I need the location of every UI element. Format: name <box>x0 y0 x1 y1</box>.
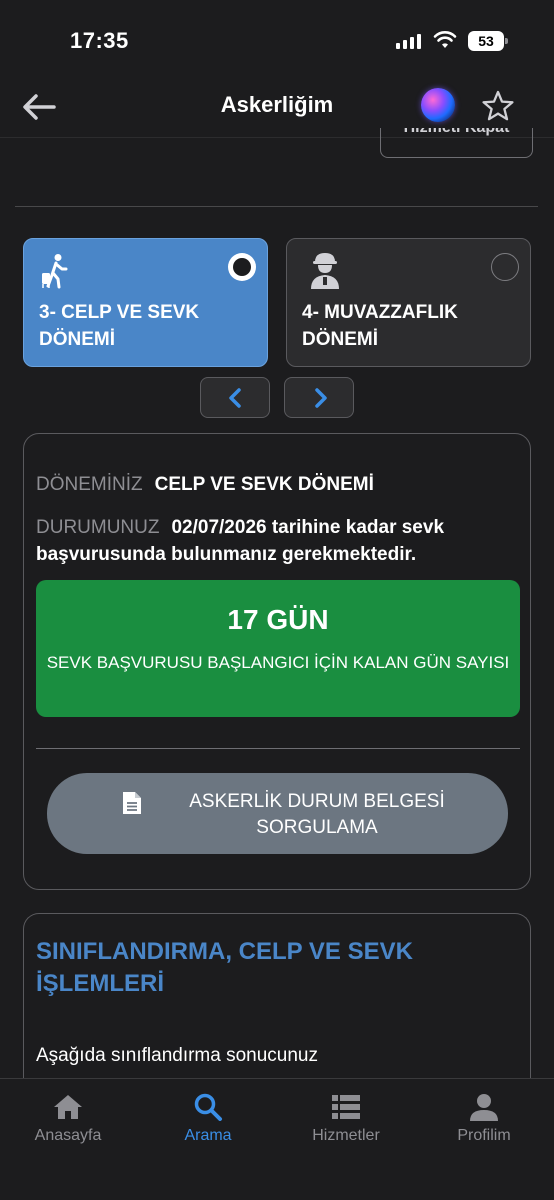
radio-selected-icon <box>228 253 256 281</box>
status-document-query-button[interactable]: ASKERLİK DURUM BELGESİ SORGULAMA <box>47 773 508 854</box>
period-label: 4- MUVAZZAFLIK DÖNEMİ <box>302 302 458 350</box>
list-icon <box>332 1095 360 1119</box>
status-row: DURUMUNUZ 02/07/2026 tarihine kadar sevk … <box>36 514 516 568</box>
status-bar: 17:35 53 <box>0 0 554 80</box>
countdown-description: SEVK BAŞVURUSU BAŞLANGICI İÇİN KALAN GÜN… <box>46 653 510 672</box>
tab-services[interactable]: Hizmetler <box>281 1093 411 1153</box>
section-title: SINIFLANDIRMA, CELP VE SEVK İŞLEMLERİ <box>36 938 413 997</box>
tab-profile[interactable]: Profilim <box>419 1093 549 1153</box>
military-status-card: DÖNEMİNİZ CELP VE SEVK DÖNEMİ DURUMUNUZ 02… <box>23 433 531 890</box>
divider <box>15 206 538 207</box>
previous-period-button[interactable] <box>200 377 270 418</box>
person-icon <box>470 1094 498 1121</box>
section-body: Aşağıda sınıflandırma sonucunuz <box>36 1045 319 1066</box>
chevron-right-icon <box>315 388 327 408</box>
period-card-celp-sevk[interactable]: 3- CELP VE SEVK DÖNEMİ <box>23 238 268 367</box>
period-label: 3- CELP VE SEVK DÖNEMİ <box>39 302 200 350</box>
status-time: 17:35 <box>70 28 129 53</box>
page-title: Askerliğim <box>220 92 334 117</box>
tab-home[interactable]: Anasayfa <box>3 1093 133 1153</box>
wifi-icon <box>433 31 457 48</box>
query-button-label: ASKERLİK DURUM BELGESİ SORGULAMA <box>189 791 445 838</box>
battery-indicator: 53 <box>468 31 508 51</box>
home-icon <box>54 1095 82 1119</box>
countdown-value: 17 GÜN <box>227 604 329 635</box>
period-row: DÖNEMİNİZ CELP VE SEVK DÖNEMİ <box>36 474 374 496</box>
tab-label: Profilim <box>457 1127 511 1144</box>
siri-icon[interactable] <box>421 88 455 122</box>
search-icon <box>194 1093 222 1121</box>
walking-person-icon <box>42 254 68 289</box>
star-icon[interactable] <box>481 89 515 123</box>
tab-search[interactable]: Arama <box>143 1093 273 1153</box>
tab-bar: Anasayfa Arama Hizmetler Profilim <box>0 1078 554 1200</box>
period-value: CELP VE SEVK DÖNEMİ <box>154 474 374 495</box>
next-period-button[interactable] <box>284 377 354 418</box>
radio-unselected-icon <box>491 253 519 281</box>
status-label: DURUMUNUZ <box>36 517 160 538</box>
period-card-muvazzaflik[interactable]: 4- MUVAZZAFLIK DÖNEMİ <box>286 238 531 367</box>
divider <box>36 748 520 749</box>
cellular-signal-icon <box>396 33 421 49</box>
close-service-label: Hizmeti Kapat <box>381 128 532 137</box>
chevron-left-icon <box>229 388 241 408</box>
period-label: DÖNEMİNİZ <box>36 474 143 495</box>
tab-label: Anasayfa <box>34 1127 102 1144</box>
countdown-box: 17 GÜN SEVK BAŞVURUSU BAŞLANGICI İÇİN KA… <box>36 580 520 717</box>
classification-section-card: SINIFLANDIRMA, CELP VE SEVK İŞLEMLERİ Aş… <box>23 913 531 1093</box>
close-service-button[interactable]: Hizmeti Kapat <box>380 128 533 158</box>
tab-label: Hizmetler <box>312 1127 380 1144</box>
soldier-icon <box>311 253 339 289</box>
tab-label: Arama <box>184 1127 232 1144</box>
